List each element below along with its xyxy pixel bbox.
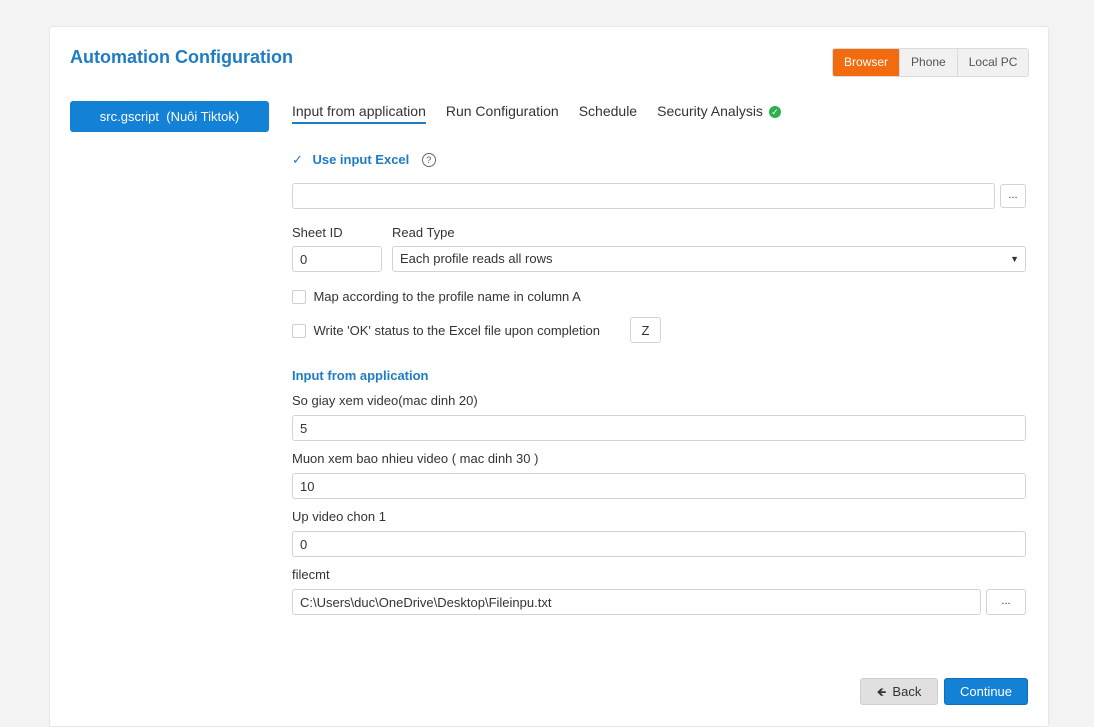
continue-button[interactable]: Continue: [944, 678, 1028, 705]
sheet-id-input[interactable]: [292, 246, 382, 272]
watch-seconds-input[interactable]: [292, 415, 1026, 441]
upload-video-input[interactable]: [292, 531, 1026, 557]
back-button[interactable]: 🡸 Back: [860, 678, 938, 705]
excel-browse-button[interactable]: ...: [1000, 184, 1026, 208]
filecmt-browse-button[interactable]: ...: [986, 589, 1026, 615]
map-profile-row: Map according to the profile name in col…: [292, 288, 581, 306]
excel-path-input[interactable]: [292, 183, 995, 209]
use-excel-row: ✓ Use input Excel ?: [292, 151, 436, 169]
target-browser-button[interactable]: Browser: [833, 49, 900, 76]
help-icon[interactable]: ?: [421, 152, 436, 167]
tab-bar: Input from application Run Configuration…: [292, 103, 801, 124]
sheet-id-label: Sheet ID: [292, 225, 343, 240]
script-item-button[interactable]: src.gscript (Nuôi Tiktok): [70, 101, 269, 132]
map-profile-label: Map according to the profile name in col…: [313, 289, 581, 304]
read-type-label: Read Type: [392, 225, 455, 240]
target-phone-button[interactable]: Phone: [899, 49, 957, 76]
field-label: Up video chon 1: [292, 509, 386, 524]
write-ok-checkbox[interactable]: [292, 323, 306, 338]
field-label: So giay xem video(mac dinh 20): [292, 393, 478, 408]
write-ok-row: Write 'OK' status to the Excel file upon…: [292, 322, 600, 340]
app-input-heading: Input from application: [292, 368, 429, 383]
page-title: Automation Configuration: [70, 47, 293, 67]
target-switch: Browser Phone Local PC: [832, 48, 1030, 77]
video-count-input[interactable]: [292, 473, 1026, 499]
use-excel-label: Use input Excel: [312, 152, 410, 167]
arrow-left-icon: 🡸: [876, 685, 887, 699]
tab-security-analysis-label: Security Analysis: [657, 103, 763, 119]
config-card: Automation Configuration Browser Phone L…: [49, 26, 1049, 727]
tab-security-analysis[interactable]: Security Analysis ✓: [657, 103, 781, 124]
field-label: filecmt: [292, 567, 330, 582]
caret-down-icon: ▼: [1010, 254, 1019, 264]
status-column-input[interactable]: [630, 317, 661, 343]
field-label: Muon xem bao nhieu video ( mac dinh 30 ): [292, 451, 539, 466]
target-local-pc-button[interactable]: Local PC: [956, 49, 1029, 76]
back-label: Back: [892, 684, 922, 699]
map-profile-checkbox[interactable]: [292, 289, 306, 304]
use-excel-checkbox[interactable]: ✓: [292, 152, 305, 168]
check-circle-icon: ✓: [768, 106, 781, 119]
tab-input-from-application[interactable]: Input from application: [292, 103, 426, 124]
read-type-value: Each profile reads all rows: [400, 251, 553, 266]
tab-run-configuration[interactable]: Run Configuration: [446, 103, 559, 124]
write-ok-label: Write 'OK' status to the Excel file upon…: [313, 323, 600, 338]
read-type-select[interactable]: Each profile reads all rows ▼: [392, 246, 1026, 272]
filecmt-input[interactable]: [292, 589, 981, 615]
tab-schedule[interactable]: Schedule: [579, 103, 637, 124]
